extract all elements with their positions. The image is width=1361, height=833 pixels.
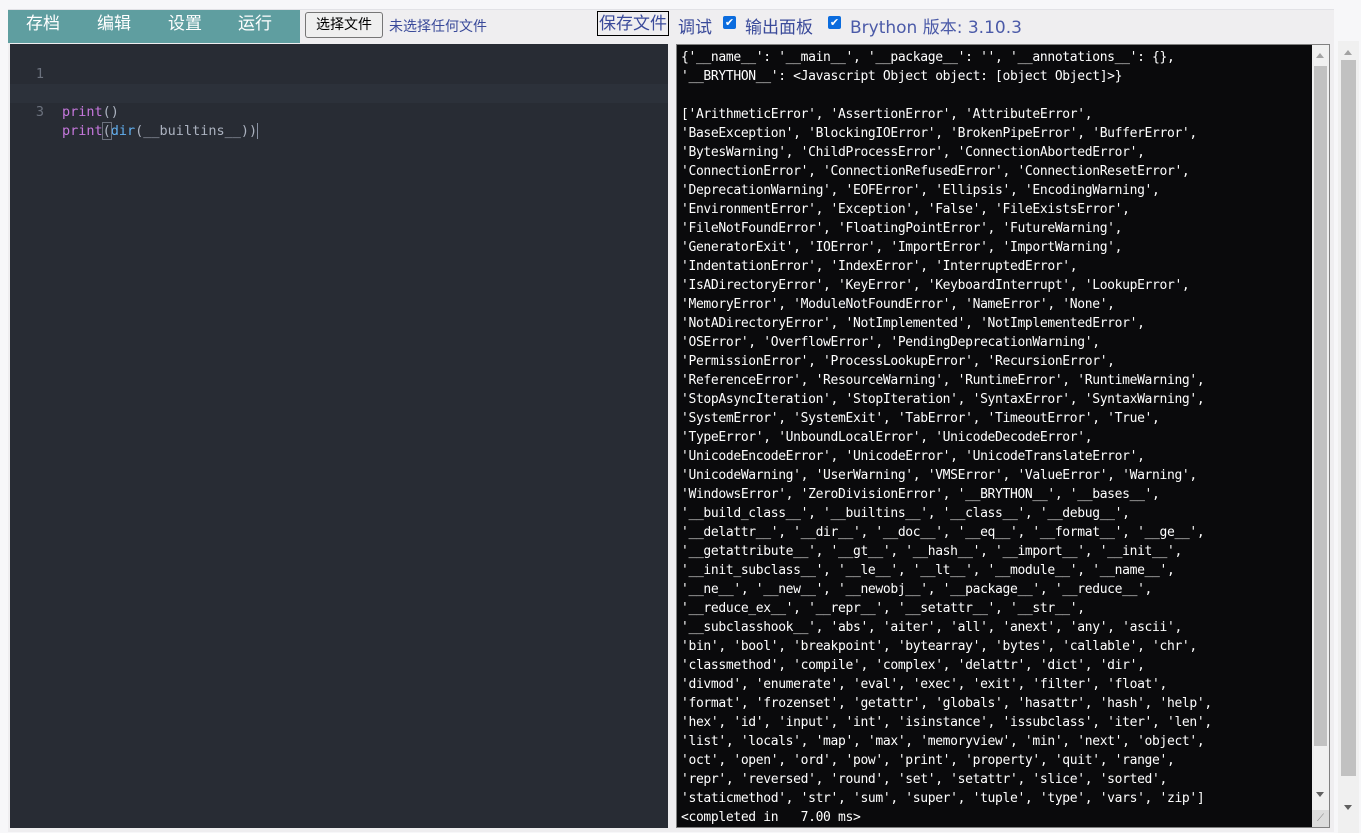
menu-item-run[interactable]: 运行 bbox=[238, 10, 272, 43]
output-scrollbar-thumb[interactable] bbox=[1314, 66, 1327, 746]
output-text: {'__name__': '__main__', '__package__': … bbox=[681, 48, 1311, 827]
scroll-up-arrow-icon[interactable] bbox=[1316, 53, 1324, 58]
output-line: 'MemoryError', 'ModuleNotFoundError', 'N… bbox=[681, 297, 1115, 312]
code-token: () bbox=[102, 104, 119, 120]
matched-bracket: ( bbox=[101, 122, 112, 140]
output-line: '__build_class__', '__builtins__', '__cl… bbox=[681, 506, 1130, 521]
menu-item-edit[interactable]: 编辑 bbox=[97, 10, 131, 43]
page-scrollbar-thumb[interactable] bbox=[1341, 60, 1356, 776]
output-line: 'oct', 'open', 'ord', 'pow', 'print', 'p… bbox=[681, 753, 1175, 768]
output-panel-label: 输出面板 bbox=[745, 18, 813, 38]
page-scrollbar[interactable] bbox=[1338, 41, 1359, 833]
output-line: 'SystemError', 'SystemExit', 'TabError',… bbox=[681, 411, 1160, 426]
code-line: 2 print() bbox=[10, 65, 668, 120]
output-line: 'WindowsError', 'ZeroDivisionError', '__… bbox=[681, 487, 1160, 502]
output-line: 'PermissionError', 'ProcessLookupError',… bbox=[681, 354, 1115, 369]
code-token: print bbox=[62, 104, 103, 120]
output-line: 'FileNotFoundError', 'FloatingPointError… bbox=[681, 221, 1123, 236]
output-line: {'__name__': '__main__', '__package__': … bbox=[681, 50, 1175, 65]
output-line: 'hex', 'id', 'input', 'int', 'isinstance… bbox=[681, 715, 1212, 730]
output-line: 'divmod', 'enumerate', 'eval', 'exec', '… bbox=[681, 677, 1167, 692]
output-line: '__reduce_ex__', '__repr__', '__setattr_… bbox=[681, 601, 1085, 616]
output-line: '__getattribute__', '__gt__', '__hash__'… bbox=[681, 544, 1182, 559]
debug-checkbox[interactable]: ✔ bbox=[723, 16, 736, 29]
code-text: print(dir(__builtins__)) bbox=[62, 122, 259, 141]
output-line: 'repr', 'reversed', 'round', 'set', 'set… bbox=[681, 772, 1167, 787]
output-scrollbar[interactable]: ⟋ bbox=[1312, 45, 1329, 827]
code-line: 1 print(globals()) bbox=[10, 46, 668, 101]
output-line: 'format', 'frozenset', 'getattr', 'globa… bbox=[681, 696, 1212, 711]
code-line-active: 3 print(dir(__builtins__)) bbox=[10, 84, 668, 140]
output-line: 'EnvironmentError', 'Exception', 'False'… bbox=[681, 202, 1130, 217]
output-line: 'NotADirectoryError', 'NotImplemented', … bbox=[681, 316, 1145, 331]
output-line: 'BaseException', 'BlockingIOError', 'Bro… bbox=[681, 126, 1197, 141]
output-line: 'ConnectionError', 'ConnectionRefusedErr… bbox=[681, 164, 1190, 179]
output-line: ['ArithmeticError', 'AssertionError', 'A… bbox=[681, 107, 1093, 122]
output-line: '__BRYTHON__': <Javascript Object object… bbox=[681, 69, 1123, 84]
output-panel[interactable]: {'__name__': '__main__', '__package__': … bbox=[676, 44, 1330, 828]
output-line: 'BytesWarning', 'ChildProcessError', 'Co… bbox=[681, 145, 1145, 160]
debug-label: 调试 bbox=[678, 18, 712, 38]
menu-item-settings[interactable]: 设置 bbox=[168, 10, 202, 43]
output-line: 'staticmethod', 'str', 'sum', 'super', '… bbox=[681, 791, 1205, 806]
scroll-up-arrow-icon[interactable] bbox=[1344, 50, 1352, 55]
code-token: print bbox=[62, 123, 103, 139]
check-icon: ✔ bbox=[724, 16, 735, 29]
file-status-label: 未选择任何文件 bbox=[389, 19, 487, 35]
output-line: 'TypeError', 'UnboundLocalError', 'Unico… bbox=[681, 430, 1093, 445]
menu-bar: 存档 编辑 设置 运行 bbox=[8, 10, 300, 43]
menu-item-archive[interactable]: 存档 bbox=[26, 10, 60, 43]
output-line: 'ReferenceError', 'ResourceWarning', 'Ru… bbox=[681, 373, 1205, 388]
output-line: 'GeneratorExit', 'IOError', 'ImportError… bbox=[681, 240, 1123, 255]
app-frame: 存档 编辑 设置 运行 选择文件 未选择任何文件 保存文件 调试 ✔ 输出面板 … bbox=[8, 9, 1334, 832]
output-line: '__subclasshook__', 'abs', 'aiter', 'all… bbox=[681, 620, 1182, 635]
check-icon: ✔ bbox=[829, 16, 840, 29]
output-line: 'UnicodeEncodeError', 'UnicodeError', 'U… bbox=[681, 449, 1145, 464]
output-line: 'StopAsyncIteration', 'StopIteration', '… bbox=[681, 392, 1205, 407]
save-file-button[interactable]: 保存文件 bbox=[597, 11, 669, 36]
output-panel-checkbox[interactable]: ✔ bbox=[828, 16, 841, 29]
output-line: 'DeprecationWarning', 'EOFError', 'Ellip… bbox=[681, 183, 1160, 198]
output-line: <completed in 7.00 ms> bbox=[681, 810, 861, 825]
code-token: dir bbox=[110, 123, 136, 139]
output-line: 'bin', 'bool', 'breakpoint', 'bytearray'… bbox=[681, 639, 1197, 654]
output-line: '__delattr__', '__dir__', '__doc__', '__… bbox=[681, 525, 1205, 540]
output-line: '__ne__', '__new__', '__newobj__', '__pa… bbox=[681, 582, 1153, 597]
code-editor[interactable]: 1 print(globals()) 2 print() 3 print(dir… bbox=[10, 44, 668, 828]
output-line: 'IndentationError', 'IndexError', 'Inter… bbox=[681, 259, 1078, 274]
output-line: 'UnicodeWarning', 'UserWarning', 'VMSErr… bbox=[681, 468, 1197, 483]
version-label: Brython 版本: 3.10.3 bbox=[850, 18, 1022, 38]
line-number: 3 bbox=[35, 104, 44, 120]
output-line: 'classmethod', 'compile', 'complex', 'de… bbox=[681, 658, 1145, 673]
output-line: 'list', 'locals', 'map', 'max', 'memoryv… bbox=[681, 734, 1205, 749]
output-line: '__init_subclass__', '__le__', '__lt__',… bbox=[681, 563, 1175, 578]
code-token: (__builtins__)) bbox=[135, 123, 259, 139]
code-text: print() bbox=[62, 103, 119, 122]
choose-file-button[interactable]: 选择文件 bbox=[305, 12, 383, 38]
output-line: 'IsADirectoryError', 'KeyError', 'Keyboa… bbox=[681, 278, 1190, 293]
output-line: 'OSError', 'OverflowError', 'PendingDepr… bbox=[681, 335, 1100, 350]
scroll-down-arrow-icon[interactable] bbox=[1316, 792, 1324, 797]
resize-grip-icon[interactable]: ⟋ bbox=[1312, 810, 1329, 827]
scroll-down-arrow-icon[interactable] bbox=[1344, 805, 1352, 810]
